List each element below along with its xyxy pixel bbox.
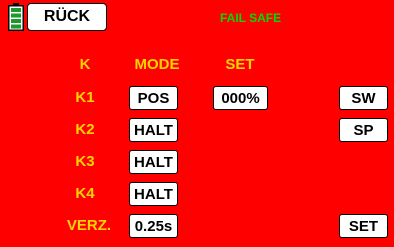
mode-button-k3[interactable]: HALT bbox=[129, 150, 178, 174]
column-header-mode: MODE bbox=[134, 56, 180, 73]
set-value-k1[interactable]: 000% bbox=[213, 86, 268, 110]
channel-label-k2: K2 bbox=[75, 121, 95, 138]
sw-button[interactable]: SW bbox=[339, 86, 388, 110]
channel-label-k3: K3 bbox=[75, 153, 95, 170]
fail-safe-screen: RÜCK FAIL SAFE K MODE SET K1 POS 000% K2… bbox=[0, 0, 394, 247]
set-button[interactable]: SET bbox=[339, 214, 388, 238]
column-header-set: SET bbox=[225, 56, 255, 73]
back-button[interactable]: RÜCK bbox=[27, 3, 107, 31]
channel-label-k4: K4 bbox=[75, 185, 95, 202]
delay-label: VERZ. bbox=[66, 217, 112, 234]
channel-label-k1: K1 bbox=[75, 89, 95, 106]
battery-icon bbox=[8, 3, 24, 31]
page-title: FAIL SAFE bbox=[220, 11, 282, 25]
mode-button-k2[interactable]: HALT bbox=[129, 118, 178, 142]
mode-button-k1[interactable]: POS bbox=[129, 86, 178, 110]
delay-value-button[interactable]: 0.25s bbox=[129, 214, 178, 238]
sp-button[interactable]: SP bbox=[339, 118, 388, 142]
column-header-k: K bbox=[79, 56, 91, 73]
mode-button-k4[interactable]: HALT bbox=[129, 182, 178, 206]
